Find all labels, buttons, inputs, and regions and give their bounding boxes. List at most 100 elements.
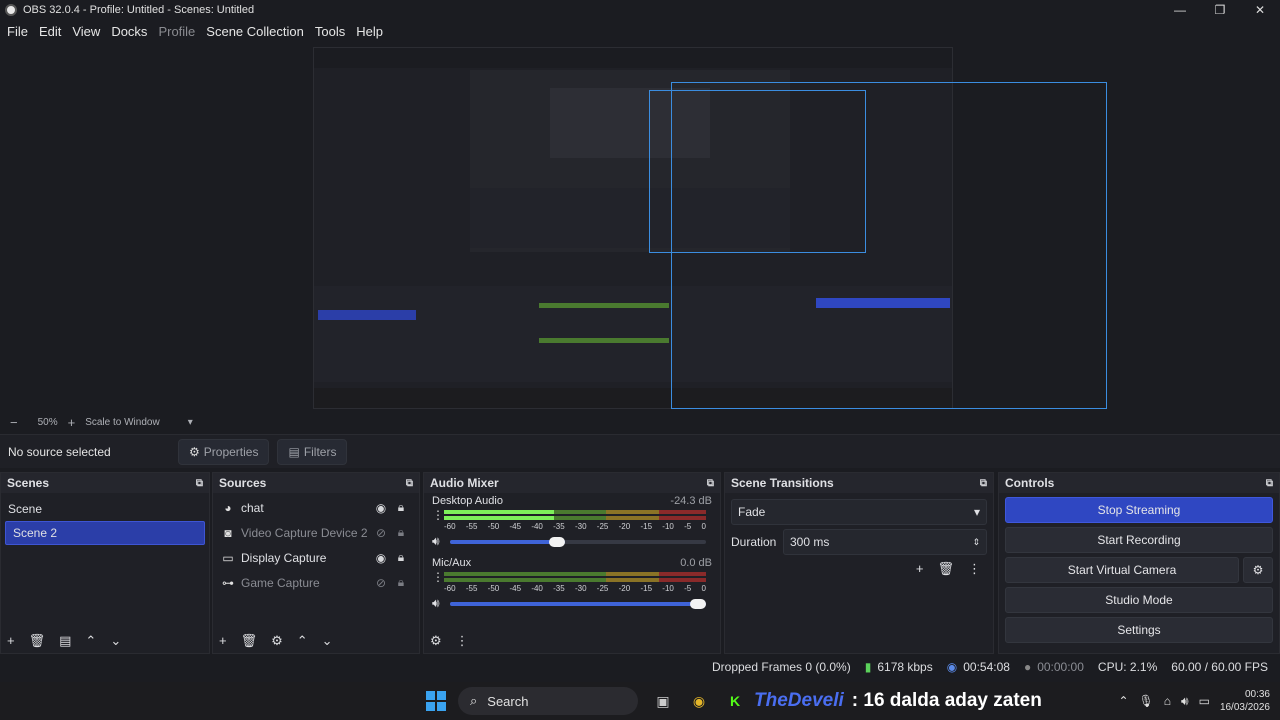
undock-icon[interactable]: ⧉ — [196, 478, 203, 489]
start-recording-button[interactable]: Start Recording — [1005, 527, 1273, 553]
transition-select[interactable]: Fade ▾ — [731, 499, 987, 525]
properties-button[interactable]: ⚙ Properties — [178, 438, 270, 465]
clock-date: 16/03/2026 — [1219, 702, 1270, 713]
speaker-icon[interactable]: 🔊︎ — [432, 534, 450, 549]
zoom-out-button[interactable]: − — [10, 415, 18, 430]
preview-canvas[interactable] — [0, 42, 1280, 412]
hidden-eye-icon[interactable]: ⊘ — [371, 576, 391, 590]
mixer-channel-mic: Mic/Aux 0.0 dB ⋮ -60 -55 -50 -45 -40 -35 -30 -2… — [424, 555, 720, 613]
title-bar: OBS 32.0.4 - Profile: Untitled - Scenes:… — [0, 0, 1280, 20]
taskbar-search[interactable]: ⌕ Search — [458, 687, 638, 715]
meter-tick-label: -50 — [487, 522, 500, 531]
maximize-button[interactable]: ❐ — [1200, 0, 1240, 20]
menu-profile[interactable]: Profile — [153, 24, 200, 39]
source-item[interactable]: ◕ chat ◉ 🔒︎ — [213, 495, 419, 520]
visibility-eye-icon[interactable]: ◉ — [371, 501, 391, 515]
sources-title: Sources — [219, 476, 267, 490]
taskbar-clock[interactable]: 00:36 16/03/2026 — [1220, 688, 1270, 714]
menu-docks[interactable]: Docks — [106, 24, 152, 39]
meter-tick-label: -35 — [553, 584, 565, 593]
scale-mode-select[interactable]: Scale to Window — [85, 417, 159, 428]
source-properties-gear-icon[interactable]: ⚙ — [271, 633, 283, 649]
battery-icon[interactable]: ▭ — [1199, 694, 1210, 708]
menu-scene-collection[interactable]: Scene Collection — [201, 24, 309, 39]
channel-menu-icon[interactable]: ⋮ — [432, 570, 444, 584]
microphone-icon[interactable]: 🎙︎ — [1139, 694, 1154, 708]
task-view-icon[interactable]: ▣ — [652, 690, 674, 712]
lock-icon[interactable]: 🔒︎ — [391, 575, 411, 590]
mixer-menu-icon[interactable]: ⋮ — [456, 633, 469, 649]
stop-streaming-button[interactable]: Stop Streaming — [1005, 497, 1273, 523]
menu-tools[interactable]: Tools — [310, 24, 350, 39]
virtual-camera-gear-icon[interactable]: ⚙ — [1243, 557, 1273, 583]
meter-tick-label: -60 — [444, 584, 456, 593]
volume-slider[interactable] — [450, 598, 706, 609]
speaker-icon[interactable]: 🔊︎ — [432, 596, 450, 611]
move-up-icon[interactable]: ⌃ — [297, 633, 308, 649]
menu-view[interactable]: View — [67, 24, 105, 39]
menu-help[interactable]: Help — [351, 24, 388, 39]
meter-tick-label: -60 — [444, 522, 456, 531]
undock-icon[interactable]: ⧉ — [1266, 478, 1273, 489]
meter-tick-label: -20 — [618, 522, 631, 531]
advanced-audio-gear-icon[interactable]: ⚙ — [430, 633, 442, 649]
scene-item[interactable]: Scene — [1, 497, 209, 521]
scenes-title: Scenes — [7, 476, 50, 490]
close-button[interactable]: ✕ — [1240, 0, 1280, 20]
menu-edit[interactable]: Edit — [34, 24, 66, 39]
undock-icon[interactable]: ⧉ — [980, 478, 987, 489]
mixer-toolbar: ⚙ ⋮ — [430, 633, 469, 649]
add-scene-icon[interactable]: + — [7, 633, 15, 649]
scene-item-active[interactable]: Scene 2 — [5, 521, 205, 545]
studio-mode-button[interactable]: Studio Mode — [1005, 587, 1273, 613]
chrome-icon[interactable]: ◉ — [688, 690, 710, 712]
source-item[interactable]: ▭ Display Capture ◉ 🔒︎ — [213, 545, 419, 570]
duration-input[interactable]: 300 ms ⇕ — [783, 529, 987, 555]
channel-menu-icon[interactable]: ⋮ — [432, 508, 444, 522]
nested-selection-outline — [649, 90, 866, 253]
undock-icon[interactable]: ⧉ — [707, 478, 714, 489]
lock-icon[interactable]: 🔒︎ — [391, 525, 411, 540]
filters-button[interactable]: ▤ Filters — [277, 438, 348, 465]
remove-transition-icon[interactable]: 🗑 — [937, 561, 954, 577]
bitrate: 6178 kbps — [877, 660, 933, 674]
chevron-down-icon[interactable]: ▾ — [188, 417, 193, 428]
network-icon[interactable]: ⌂ — [1164, 694, 1171, 708]
minimize-button[interactable]: — — [1160, 0, 1200, 20]
lock-icon[interactable]: 🔒︎ — [391, 500, 411, 515]
chevron-up-icon[interactable]: ⌃ — [1118, 694, 1128, 708]
settings-button[interactable]: Settings — [1005, 617, 1273, 643]
sources-toolbar: + 🗑 ⚙ ⌃ ⌄ — [219, 633, 333, 649]
remove-scene-icon[interactable]: 🗑 — [29, 633, 46, 649]
meter-tick-label: -5 — [684, 522, 692, 531]
meter-tick-label: -30 — [574, 522, 587, 531]
lock-icon[interactable]: 🔒︎ — [391, 550, 411, 565]
move-up-icon[interactable]: ⌃ — [85, 633, 96, 649]
source-item[interactable]: ◙ Video Capture Device 2 ⊘ 🔒︎ — [213, 520, 419, 545]
kick-icon[interactable]: K — [724, 690, 746, 712]
window-controls: — ❐ ✕ — [1160, 0, 1280, 20]
menu-file[interactable]: File — [2, 24, 33, 39]
windows-start-icon[interactable] — [426, 691, 446, 711]
undock-icon[interactable]: ⧉ — [406, 478, 413, 489]
volume-icon[interactable]: 🔊︎ — [1181, 694, 1189, 709]
source-item[interactable]: ⊶ Game Capture ⊘ 🔒︎ — [213, 570, 419, 595]
visibility-eye-icon[interactable]: ◉ — [371, 551, 391, 565]
chat-ticker: TheDeveli : 16 dalda aday zaten — [754, 690, 1042, 712]
menu-bar: File Edit View Docks Profile Scene Colle… — [0, 20, 1280, 42]
remove-source-icon[interactable]: 🗑 — [241, 633, 258, 649]
meter-ticks: -60 -55 -50 -45 -40 -35 -30 -25 -20 -15 -10 -5 0 — [444, 584, 706, 593]
add-transition-icon[interactable]: + — [916, 561, 924, 577]
add-source-icon[interactable]: + — [219, 633, 227, 649]
audio-mixer-dock: Audio Mixer ⧉ Desktop Audio -24.3 dB ⋮ -… — [423, 472, 721, 654]
hidden-eye-icon[interactable]: ⊘ — [371, 526, 391, 540]
volume-slider[interactable] — [450, 536, 706, 547]
move-down-icon[interactable]: ⌄ — [322, 633, 333, 649]
zoom-in-button[interactable]: + — [68, 415, 76, 430]
scene-filters-icon[interactable]: ▤ — [59, 633, 71, 649]
start-virtual-camera-button[interactable]: Start Virtual Camera — [1005, 557, 1239, 583]
transition-menu-icon[interactable]: ⋮ — [968, 561, 981, 577]
transitions-title: Scene Transitions — [731, 476, 834, 490]
move-down-icon[interactable]: ⌄ — [110, 633, 121, 649]
spinner-icon[interactable]: ⇕ — [972, 537, 980, 548]
